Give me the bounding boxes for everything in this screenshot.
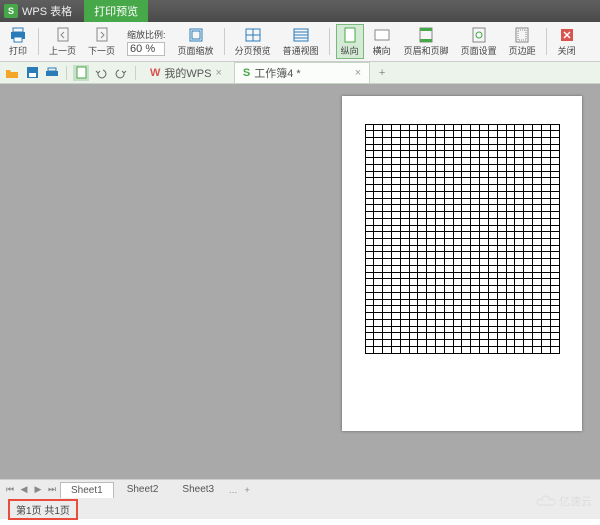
sheet-nav-prev[interactable]: ◀ (18, 484, 30, 495)
zoom-label: 缩放比例: (127, 28, 166, 41)
sheet-more-button[interactable]: … (227, 485, 239, 495)
landscape-button[interactable]: 横向 (368, 24, 396, 59)
undo-button[interactable] (93, 65, 109, 81)
prev-page-label: 上一页 (49, 44, 76, 57)
page-setup-button[interactable]: 页面设置 (457, 24, 501, 59)
page-break-icon (244, 27, 262, 43)
doc-tab-workbook[interactable]: S 工作簿4 * × (234, 62, 370, 83)
zoom-value-input[interactable]: 60 % (127, 42, 165, 56)
doc-close-icon[interactable]: × (215, 67, 221, 79)
page-next-icon (93, 27, 111, 43)
open-button[interactable] (4, 65, 20, 81)
status-bar: 第1页 共1页 (0, 499, 600, 519)
doc-tab-mywps[interactable]: W 我的WPS × (142, 63, 230, 83)
redo-button[interactable] (113, 65, 129, 81)
sheet-nav-first[interactable]: ⏮ (4, 484, 16, 495)
ribbon: 打印 上一页 下一页 缩放比例: 60 % 页面缩放 分页预览 普通视图 纵向 … (0, 22, 600, 62)
print-quick-button[interactable] (44, 65, 60, 81)
separator (329, 28, 330, 55)
doc-tab-label: 工作簿4 * (254, 65, 300, 81)
portrait-button[interactable]: 纵向 (336, 24, 364, 59)
sheet-tab-1[interactable]: Sheet1 (60, 482, 114, 498)
header-footer-icon (417, 27, 435, 43)
landscape-icon (373, 27, 391, 43)
add-doc-button[interactable]: + (374, 65, 390, 81)
watermark-text: 亿速云 (559, 493, 592, 509)
zoom-group: 缩放比例: 60 % (123, 24, 170, 59)
header-footer-label: 页眉和页脚 (404, 44, 449, 57)
doc-tab-label: 我的WPS (164, 65, 211, 81)
app-icon: S (4, 4, 18, 18)
sheet-tab-bar: ⏮ ◀ ▶ ⏭ Sheet1 Sheet2 Sheet3 … + (0, 479, 600, 499)
sheet-add-button[interactable]: + (241, 485, 253, 495)
printer-icon (9, 27, 27, 43)
print-button[interactable]: 打印 (4, 24, 32, 59)
close-label: 关闭 (558, 44, 576, 57)
close-button[interactable]: 关闭 (553, 24, 581, 59)
spreadsheet-grid-preview (365, 124, 560, 354)
normal-view-label: 普通视图 (283, 44, 319, 57)
print-label: 打印 (9, 44, 27, 57)
page-break-label: 分页预览 (235, 44, 271, 57)
page-zoom-button[interactable]: 页面缩放 (174, 24, 218, 59)
page-indicator: 第1页 共1页 (8, 499, 78, 520)
margins-label: 页边距 (509, 44, 536, 57)
preview-button[interactable] (73, 65, 89, 81)
next-page-button[interactable]: 下一页 (84, 24, 119, 59)
sheet-tab-2[interactable]: Sheet2 (116, 481, 170, 498)
quick-toolbar: W 我的WPS × S 工作簿4 * × + (0, 62, 600, 84)
header-footer-button[interactable]: 页眉和页脚 (400, 24, 453, 59)
page-preview (342, 96, 582, 431)
prev-page-button[interactable]: 上一页 (45, 24, 80, 59)
margins-icon (513, 27, 531, 43)
preview-canvas (0, 84, 600, 479)
page-break-preview-button[interactable]: 分页预览 (231, 24, 275, 59)
sheet-nav-next[interactable]: ▶ (32, 484, 44, 495)
landscape-label: 横向 (373, 44, 391, 57)
separator (38, 28, 39, 55)
ribbon-tab-print-preview[interactable]: 打印预览 (84, 0, 148, 22)
separator (66, 66, 67, 80)
wps-doc-icon: W (150, 67, 160, 79)
sheet-nav-last[interactable]: ⏭ (46, 484, 58, 495)
margins-button[interactable]: 页边距 (505, 24, 540, 59)
sheet-doc-icon: S (243, 67, 250, 79)
portrait-label: 纵向 (341, 44, 359, 57)
page-zoom-icon (187, 27, 205, 43)
page-setup-icon (470, 27, 488, 43)
next-page-label: 下一页 (88, 44, 115, 57)
watermark: 亿速云 (535, 493, 592, 509)
title-bar: S WPS 表格 打印预览 (0, 0, 600, 22)
separator (135, 66, 136, 80)
close-icon (558, 27, 576, 43)
sheet-tab-3[interactable]: Sheet3 (171, 481, 225, 498)
cloud-icon (535, 494, 557, 508)
page-zoom-label: 页面缩放 (178, 44, 214, 57)
portrait-icon (341, 27, 359, 43)
app-name: WPS 表格 (22, 3, 72, 19)
page-prev-icon (54, 27, 72, 43)
normal-view-icon (292, 27, 310, 43)
save-button[interactable] (24, 65, 40, 81)
separator (546, 28, 547, 55)
normal-view-button[interactable]: 普通视图 (279, 24, 323, 59)
page-setup-label: 页面设置 (461, 44, 497, 57)
separator (224, 28, 225, 55)
doc-close-icon[interactable]: × (355, 67, 361, 79)
